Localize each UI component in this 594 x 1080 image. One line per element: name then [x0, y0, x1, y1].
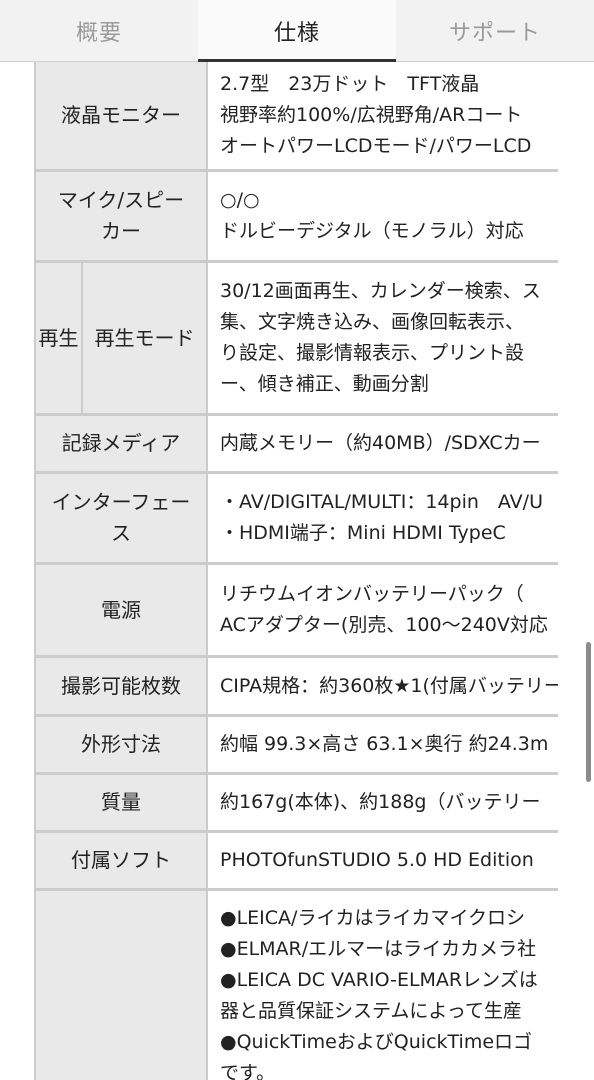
- row-value-interface: ・AV/DIGITAL/MULTI：14pin AV/U ・HDMI端子：Min…: [206, 474, 558, 562]
- row-label-monitor: 液晶モニター: [36, 62, 206, 169]
- table-row: マイク/スピーカー ○/○ ドルビーデジタル（モノラル）対応: [36, 172, 558, 263]
- table-row: 質量 約167g(本体)、約188g（バッテリー: [36, 775, 558, 833]
- row-label-mic-speaker: マイク/スピーカー: [36, 172, 206, 260]
- row-label-dimensions: 外形寸法: [36, 717, 206, 772]
- table-clip-edge: [558, 62, 594, 1080]
- row-value-power: リチウムイオンバッテリーパック（ ACアダプター(別売、100〜240V対応: [206, 565, 558, 655]
- row-value-media: 内蔵メモリー（約40MB）/SDXCカー: [206, 416, 558, 471]
- row-group-playback: 再生: [36, 263, 83, 413]
- table-left-border: [34, 62, 36, 1080]
- row-label-interface: インターフェース: [36, 474, 206, 562]
- table-row: 液晶モニター 2.7型 23万ドット TFT液晶 視野率約100%/広視野角/A…: [36, 62, 558, 172]
- row-label-playback: 再生 再生モード: [36, 263, 206, 413]
- tab-overview[interactable]: 概要: [0, 0, 198, 61]
- table-row: インターフェース ・AV/DIGITAL/MULTI：14pin AV/U ・H…: [36, 474, 558, 565]
- row-value-playback-mode: 30/12画面再生、カレンダー検索、ス 集、文字焼き込み、画像回転表示、 り設定…: [206, 263, 558, 413]
- row-value-dimensions: 約幅 99.3×高さ 63.1×奥行 約24.3m: [206, 717, 558, 772]
- row-value-software: PHOTOfunSTUDIO 5.0 HD Edition: [206, 833, 558, 888]
- scrollbar[interactable]: [586, 642, 591, 782]
- spec-content[interactable]: 液晶モニター 2.7型 23万ドット TFT液晶 視野率約100%/広視野角/A…: [0, 62, 594, 1080]
- row-label-shots: 撮影可能枚数: [36, 658, 206, 714]
- table-row: ●LEICA/ライカはライカマイクロシ ●ELMAR/エルマーはライカカメラ社 …: [36, 891, 558, 1080]
- row-value-shots: CIPA規格：約360枚★1(付属バッテリー: [206, 658, 558, 714]
- table-row: 外形寸法 約幅 99.3×高さ 63.1×奥行 約24.3m: [36, 717, 558, 775]
- table-row: 撮影可能枚数 CIPA規格：約360枚★1(付属バッテリー: [36, 658, 558, 717]
- row-value-monitor: 2.7型 23万ドット TFT液晶 視野率約100%/広視野角/ARコート オー…: [206, 62, 558, 169]
- tab-bar: 概要 仕様 サポート: [0, 0, 594, 62]
- spec-table: 液晶モニター 2.7型 23万ドット TFT液晶 視野率約100%/広視野角/A…: [36, 62, 558, 1080]
- table-row: 記録メディア 内蔵メモリー（約40MB）/SDXCカー: [36, 416, 558, 474]
- tab-specs[interactable]: 仕様: [198, 0, 396, 62]
- tab-support[interactable]: サポート: [396, 0, 594, 61]
- row-label-software: 付属ソフト: [36, 833, 206, 888]
- table-row: 電源 リチウムイオンバッテリーパック（ ACアダプター(別売、100〜240V対…: [36, 565, 558, 658]
- table-row: 付属ソフト PHOTOfunSTUDIO 5.0 HD Edition: [36, 833, 558, 891]
- row-label-playback-mode: 再生モード: [94, 325, 195, 350]
- row-label-notes: [36, 891, 206, 1080]
- row-value-mic-speaker: ○/○ ドルビーデジタル（モノラル）対応: [206, 172, 558, 260]
- table-row: 再生 再生モード 30/12画面再生、カレンダー検索、ス 集、文字焼き込み、画像…: [36, 263, 558, 416]
- row-value-notes: ●LEICA/ライカはライカマイクロシ ●ELMAR/エルマーはライカカメラ社 …: [206, 891, 558, 1080]
- row-label-power: 電源: [36, 565, 206, 655]
- row-label-media: 記録メディア: [36, 416, 206, 471]
- row-label-weight: 質量: [36, 775, 206, 830]
- row-value-weight: 約167g(本体)、約188g（バッテリー: [206, 775, 558, 830]
